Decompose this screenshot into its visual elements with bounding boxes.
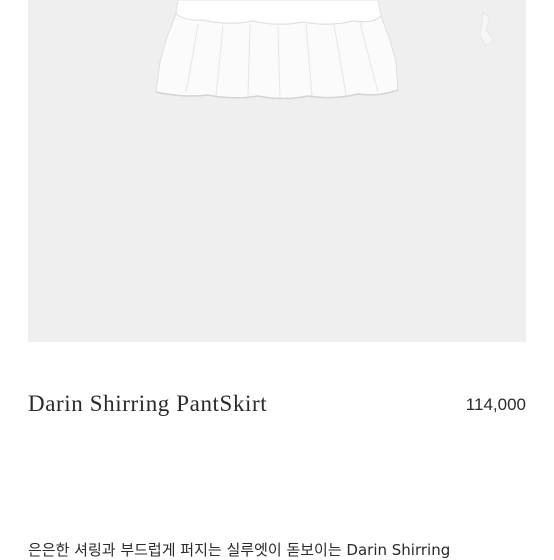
product-description: 은은한 셔링과 부드럽게 퍼지는 실루엣이 돋보이는 Darin Shirrin… <box>28 541 451 559</box>
skirt-illustration <box>155 0 495 100</box>
product-price: 114,000 <box>465 395 526 414</box>
product-title: Darin Shirring PantSkirt <box>28 391 268 416</box>
product-image[interactable] <box>28 0 526 342</box>
